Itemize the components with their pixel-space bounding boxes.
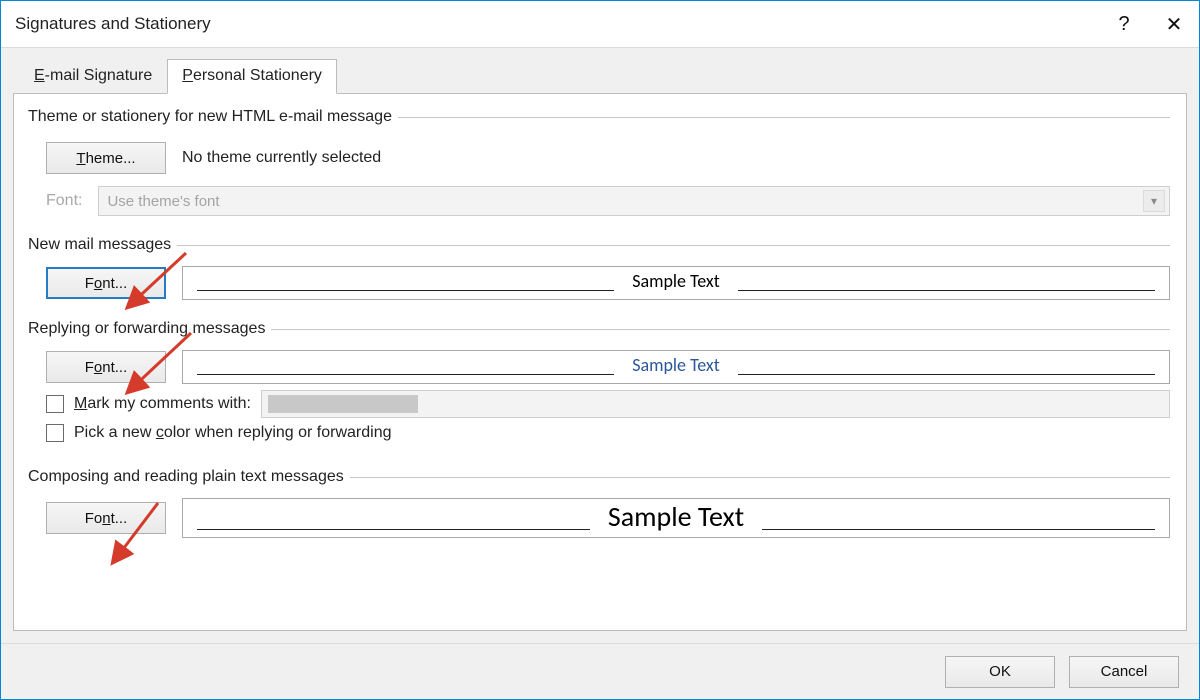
- ok-button[interactable]: OK: [945, 656, 1055, 688]
- client-area: E-mail Signature Personal Stationery The…: [1, 47, 1199, 643]
- theme-status: No theme currently selected: [182, 149, 381, 167]
- group-theme-legend: Theme or stationery for new HTML e-mail …: [28, 108, 398, 126]
- label-mark-comments: Mark my comments with:: [74, 395, 251, 413]
- help-icon: ?: [1118, 13, 1129, 36]
- sample-plain-text: Sample Text: [182, 498, 1170, 538]
- sample-new-mail-text: Sample Text: [614, 270, 738, 292]
- mark-comments-name-field: [261, 390, 1170, 418]
- group-plain-text-legend: Composing and reading plain text message…: [28, 468, 350, 486]
- group-theme: Theme or stationery for new HTML e-mail …: [30, 108, 1170, 224]
- tabstrip: E-mail Signature Personal Stationery: [13, 58, 1187, 93]
- dialog-footer: OK Cancel: [1, 643, 1199, 699]
- tab-personal-stationery[interactable]: Personal Stationery: [167, 59, 337, 94]
- group-new-mail: New mail messages Font... Sample Text: [30, 236, 1170, 308]
- panel-personal-stationery: Theme or stationery for new HTML e-mail …: [13, 93, 1187, 631]
- sample-plain-text-text: Sample Text: [590, 499, 762, 534]
- close-button[interactable]: ✕: [1149, 4, 1199, 44]
- group-reply: Replying or forwarding messages Font... …: [30, 320, 1170, 456]
- group-plain-text: Composing and reading plain text message…: [30, 468, 1170, 546]
- font-button-reply[interactable]: Font...: [46, 351, 166, 383]
- font-button-plain-text[interactable]: Font...: [46, 502, 166, 534]
- window-title: Signatures and Stationery: [15, 14, 211, 34]
- chevron-down-icon: ▾: [1143, 190, 1165, 212]
- cancel-button[interactable]: Cancel: [1069, 656, 1179, 688]
- close-icon: ✕: [1166, 12, 1183, 37]
- help-button[interactable]: ?: [1099, 4, 1149, 44]
- checkbox-mark-comments[interactable]: [46, 395, 64, 413]
- titlebar: Signatures and Stationery ? ✕: [1, 1, 1199, 47]
- sample-reply: Sample Text: [182, 350, 1170, 384]
- theme-font-label: Font:: [46, 192, 82, 210]
- theme-font-dropdown: Use theme's font ▾: [98, 186, 1170, 216]
- dialog-signatures-stationery: Signatures and Stationery ? ✕ E-mail Sig…: [0, 0, 1200, 700]
- theme-button[interactable]: Theme...: [46, 142, 166, 174]
- redacted-name: [268, 395, 418, 413]
- sample-new-mail: Sample Text: [182, 266, 1170, 300]
- checkbox-pick-color[interactable]: [46, 424, 64, 442]
- sample-reply-text: Sample Text: [614, 354, 738, 376]
- tab-email-signature[interactable]: E-mail Signature: [19, 59, 167, 94]
- theme-font-value: Use theme's font: [107, 193, 219, 210]
- group-reply-legend: Replying or forwarding messages: [28, 320, 271, 338]
- label-pick-color: Pick a new color when replying or forwar…: [74, 424, 391, 442]
- font-button-new-mail[interactable]: Font...: [46, 267, 166, 299]
- group-new-mail-legend: New mail messages: [28, 236, 177, 254]
